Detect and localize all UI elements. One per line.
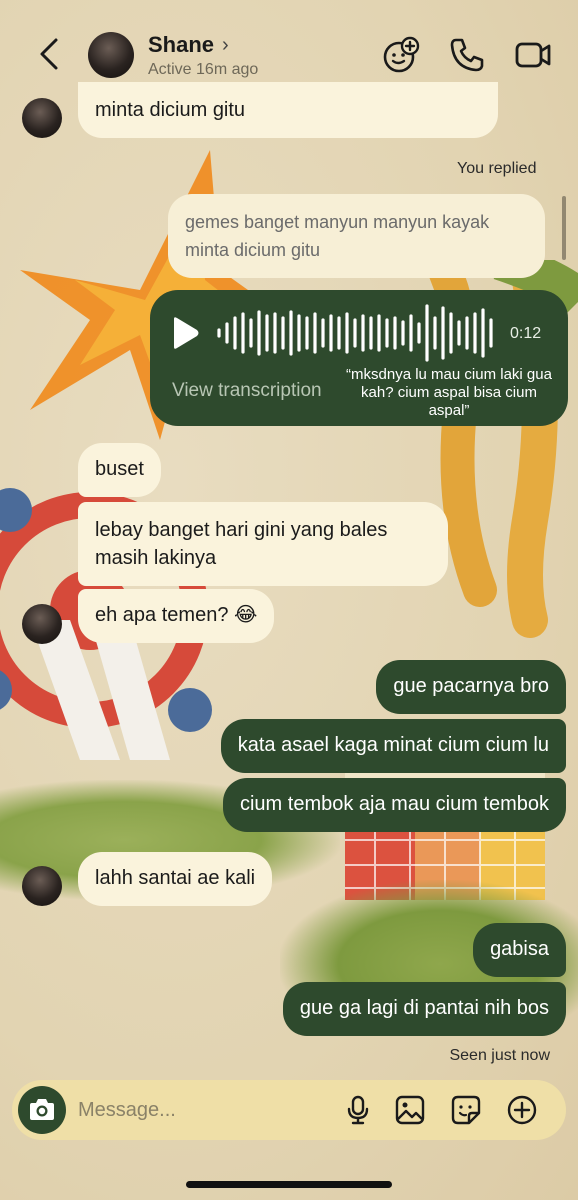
camera-button[interactable] [18,1086,66,1134]
message-text: buset [95,458,144,480]
scrollbar[interactable] [562,196,566,260]
phone-icon[interactable] [448,36,486,74]
message-list: minta dicium gitu You replied gemes bang… [0,0,578,1200]
face-plus-icon[interactable] [382,36,420,74]
transcription-text: “mksdnya lu mau cium laki gua kah? cium … [346,366,552,419]
view-transcription-link[interactable]: View transcription [172,380,322,402]
message-bubble-incoming[interactable]: lebay banget hari gini yang bales masih … [78,502,448,586]
sticker-icon[interactable] [450,1094,482,1126]
message-bubble-outgoing[interactable]: gue pacarnya bro [376,660,566,714]
message-input[interactable] [78,1090,328,1130]
chevron-right-icon[interactable]: › [222,34,229,57]
play-icon[interactable] [170,316,200,350]
message-text: cium tembok aja mau cium tembok [239,793,549,815]
message-bubble-incoming[interactable]: buset [78,443,161,497]
seen-status: Seen just now [449,1047,550,1064]
contact-avatar[interactable] [88,32,134,78]
active-status: Active 16m ago [148,61,259,78]
message-text: gue ga lagi di pantai nih bos [299,997,549,1019]
camera-icon [30,1099,54,1120]
voice-duration: 0:12 [510,325,542,342]
chevron-left-icon[interactable] [34,36,66,72]
video-camera-icon[interactable] [514,36,552,74]
message-text: eh apa temen? 😂 [95,604,258,626]
sender-avatar[interactable] [22,98,62,138]
chat-header: Shane › Active 16m ago [0,0,578,96]
contact-name[interactable]: Shane [148,32,214,58]
audio-waveform[interactable] [216,304,506,362]
message-bubble-outgoing[interactable]: gue ga lagi di pantai nih bos [282,982,566,1036]
sender-avatar[interactable] [22,604,62,644]
home-indicator[interactable] [186,1181,392,1188]
message-bubble-incoming[interactable]: lahh santai ae kali [78,852,273,906]
message-text: gue pacarnya bro [393,675,549,697]
message-bubble-outgoing[interactable]: gabisa [473,923,566,977]
plus-circle-icon[interactable] [506,1094,538,1126]
message-text: gabisa [490,938,549,960]
message-bubble-outgoing[interactable]: cium tembok aja mau cium tembok [222,778,566,832]
message-text: kata asael kaga minat cium cium lu [237,734,549,756]
image-icon[interactable] [394,1094,426,1126]
microphone-icon[interactable] [342,1094,374,1126]
message-text: lahh santai ae kali [95,867,256,889]
sender-avatar[interactable] [22,866,62,906]
replied-message-quote[interactable]: gemes banget manyun manyun kayak minta d… [168,194,545,278]
message-bubble-outgoing[interactable]: kata asael kaga minat cium cium lu [220,719,566,773]
you-replied-label: You replied [457,160,537,177]
voice-message-bubble[interactable]: 0:12 View transcription “mksdnya lu mau … [150,290,568,426]
message-bubble-incoming[interactable]: eh apa temen? 😂 [78,589,275,643]
message-composer [12,1080,566,1140]
message-text: minta dicium gitu [95,99,246,121]
